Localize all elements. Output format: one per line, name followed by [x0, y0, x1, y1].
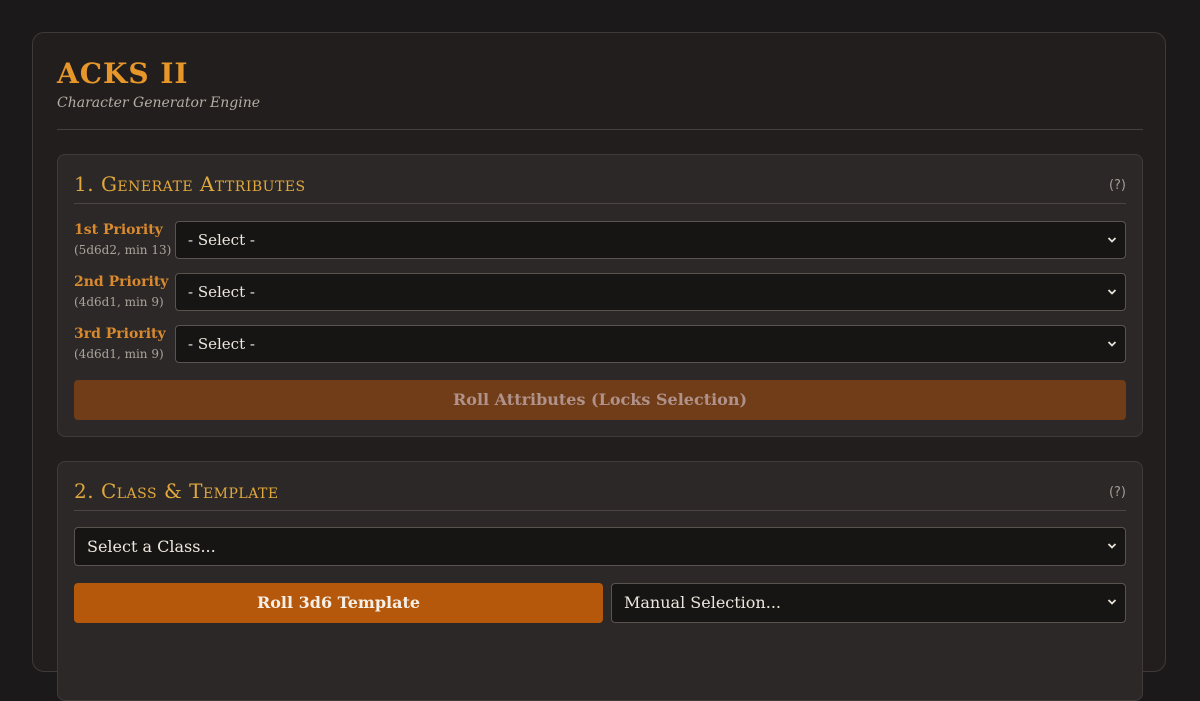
- class-select[interactable]: Select a Class...: [74, 527, 1126, 566]
- app-title: ACKS II: [57, 57, 189, 90]
- priority-1-dice-note: (5d6d2, min 13): [74, 243, 172, 257]
- manual-selection-select[interactable]: Manual Selection...: [611, 583, 1126, 623]
- manual-selection-value: Manual Selection...: [624, 593, 781, 612]
- class-help-link[interactable]: (?): [1109, 485, 1126, 500]
- priority-3-select-value: - Select -: [188, 335, 255, 353]
- attributes-help-link[interactable]: (?): [1109, 178, 1126, 193]
- priority-3-select[interactable]: - Select -: [175, 325, 1126, 363]
- priority-2-label: 2nd Priority: [74, 274, 169, 290]
- class-template-title: 2. Class & Template: [74, 479, 279, 503]
- priority-3-label-group: 3rd Priority (4d6d1, min 9): [74, 325, 174, 363]
- generate-attributes-panel: 1. Generate Attributes (?) 1st Priority …: [57, 154, 1143, 437]
- priority-1-select[interactable]: - Select -: [175, 221, 1126, 259]
- chevron-down-icon: [1107, 599, 1117, 605]
- priority-2-label-group: 2nd Priority (4d6d1, min 9): [74, 273, 174, 311]
- priority-2-select[interactable]: - Select -: [175, 273, 1126, 311]
- priority-1-select-value: - Select -: [188, 231, 255, 249]
- app-subtitle: Character Generator Engine: [57, 95, 260, 111]
- roll-template-button[interactable]: Roll 3d6 Template: [74, 583, 603, 623]
- class-template-header: 2. Class & Template (?): [74, 476, 1126, 511]
- chevron-down-icon: [1107, 341, 1117, 347]
- priority-3-dice-note: (4d6d1, min 9): [74, 347, 164, 361]
- class-select-value: Select a Class...: [87, 537, 216, 556]
- generate-attributes-header: 1. Generate Attributes (?): [74, 169, 1126, 204]
- priority-2-dice-note: (4d6d1, min 9): [74, 295, 164, 309]
- priority-3-label: 3rd Priority: [74, 326, 166, 342]
- chevron-down-icon: [1107, 237, 1117, 243]
- roll-attributes-button[interactable]: Roll Attributes (Locks Selection): [74, 380, 1126, 420]
- header-divider: [57, 129, 1143, 130]
- generate-attributes-title: 1. Generate Attributes: [74, 172, 306, 196]
- priority-1-label: 1st Priority: [74, 222, 163, 238]
- app-container: ACKS II Character Generator Engine 1. Ge…: [32, 32, 1166, 701]
- priority-1-label-group: 1st Priority (5d6d2, min 13): [74, 221, 174, 259]
- chevron-down-icon: [1107, 543, 1117, 549]
- priority-2-select-value: - Select -: [188, 283, 255, 301]
- class-template-panel: 2. Class & Template (?) Select a Class..…: [57, 461, 1143, 701]
- chevron-down-icon: [1107, 289, 1117, 295]
